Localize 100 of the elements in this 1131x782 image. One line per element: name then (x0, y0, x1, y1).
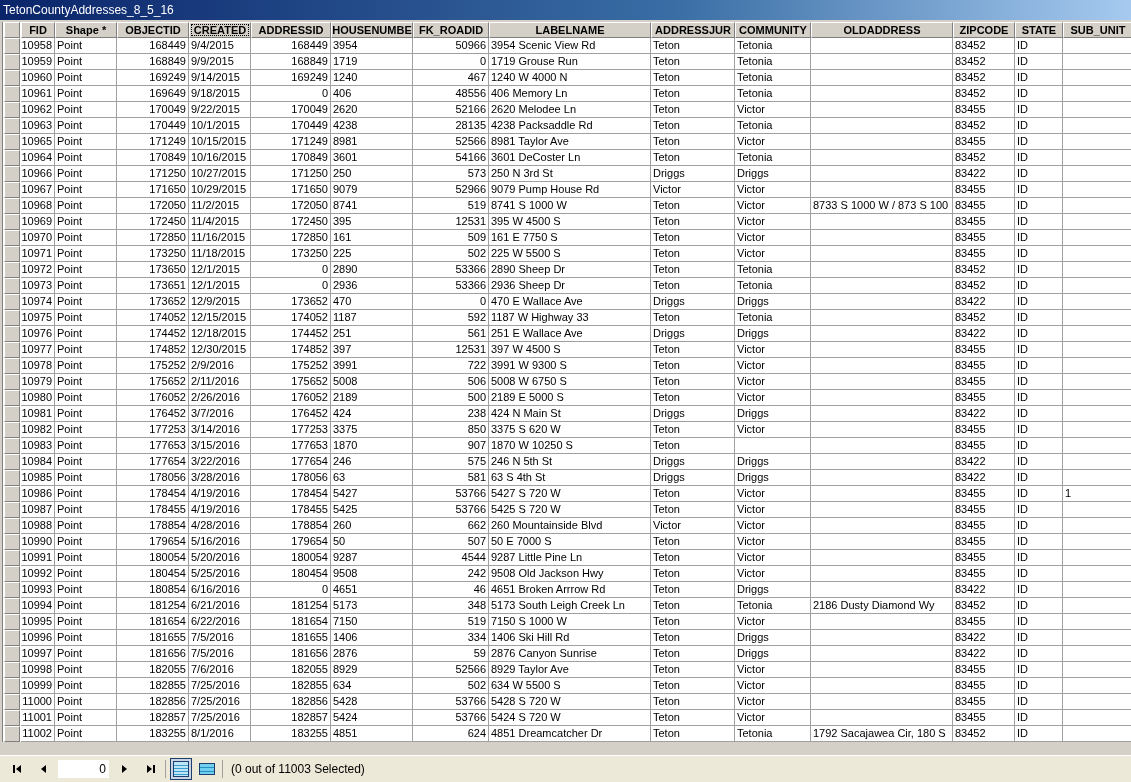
row-selector-button[interactable] (4, 358, 20, 374)
row-selector-button[interactable] (4, 278, 20, 294)
row-selector-button[interactable] (4, 678, 20, 694)
row-selector-button[interactable] (4, 566, 20, 582)
table-cell: ID (1015, 454, 1063, 470)
table-cell: 11002 (21, 726, 55, 742)
row-selector-button[interactable] (4, 614, 20, 630)
row-selector-button[interactable] (4, 294, 20, 310)
row-selector-button[interactable] (4, 246, 20, 262)
table-cell: 161 (331, 230, 413, 246)
row-selector-button[interactable] (4, 134, 20, 150)
row-selector-button[interactable] (4, 182, 20, 198)
row-selector-button[interactable] (4, 70, 20, 86)
table-cell: 171650 (251, 182, 331, 198)
row-selector-button[interactable] (4, 406, 20, 422)
row-selector-button[interactable] (4, 726, 20, 742)
column-header[interactable]: FK_ROADID (413, 22, 489, 38)
table-cell: 424 N Main St (489, 406, 651, 422)
row-selector-button[interactable] (4, 582, 20, 598)
table-cell: 2876 Canyon Sunrise (489, 646, 651, 662)
table-cell: 7/6/2016 (189, 662, 251, 678)
record-number-field[interactable]: 0 (58, 760, 109, 778)
column-header[interactable]: ADDRESSID (251, 22, 331, 38)
row-selector-button[interactable] (4, 550, 20, 566)
column-header[interactable]: FID (21, 22, 55, 38)
table-cell: ID (1015, 262, 1063, 278)
table-cell: 10968 (21, 198, 55, 214)
row-selector-button[interactable] (4, 150, 20, 166)
table-cell: 174052 (251, 310, 331, 326)
table-cell: Victor (735, 214, 811, 230)
table-cell: Driggs (651, 454, 735, 470)
column-header[interactable]: ZIPCODE (953, 22, 1015, 38)
column-header[interactable]: HOUSENUMBE (331, 22, 413, 38)
table-cell: Point (55, 422, 117, 438)
table-cell: Point (55, 550, 117, 566)
row-selector-button[interactable] (4, 310, 20, 326)
row-selector-button[interactable] (4, 598, 20, 614)
row-selector-button[interactable] (4, 230, 20, 246)
table-cell: Point (55, 182, 117, 198)
table-cell: 83422 (953, 454, 1015, 470)
row-selector-button[interactable] (4, 54, 20, 70)
table-cell: 179654 (251, 534, 331, 550)
row-selector-button[interactable] (4, 326, 20, 342)
row-selector-button[interactable] (4, 422, 20, 438)
table-cell: 242 (413, 566, 489, 582)
row-selector-button[interactable] (4, 518, 20, 534)
table-cell: ID (1015, 70, 1063, 86)
row-selector-button[interactable] (4, 502, 20, 518)
table-cell: Teton (651, 38, 735, 54)
table-cell: 470 (331, 294, 413, 310)
column-header[interactable]: COMMUNITY (735, 22, 811, 38)
column-header[interactable]: CREATED (189, 22, 251, 38)
row-selector-button[interactable] (4, 166, 20, 182)
table-cell: 53766 (413, 502, 489, 518)
row-selector-button[interactable] (4, 438, 20, 454)
table-cell: 182857 (251, 710, 331, 726)
row-selector-button[interactable] (4, 118, 20, 134)
row-selector-button[interactable] (4, 38, 20, 54)
column-header[interactable]: OLDADDRESS (811, 22, 953, 38)
row-selector-button[interactable] (4, 694, 20, 710)
table-cell: 2/11/2016 (189, 374, 251, 390)
row-selector-button[interactable] (4, 86, 20, 102)
table-cell: Tetonia (735, 726, 811, 742)
row-selector-button[interactable] (4, 374, 20, 390)
table-cell: Teton (651, 534, 735, 550)
table-cell: 1719 (331, 54, 413, 70)
table-cell: ID (1015, 614, 1063, 630)
table-cell: 722 (413, 358, 489, 374)
row-selector-button[interactable] (4, 710, 20, 726)
table-cell: 176052 (117, 390, 189, 406)
column-header[interactable]: SUB_UNIT (1063, 22, 1131, 38)
table-cell: ID (1015, 230, 1063, 246)
row-selector-button[interactable] (4, 646, 20, 662)
table-cell: Point (55, 438, 117, 454)
column-header[interactable]: ADDRESSJUR (651, 22, 735, 38)
table-cell: 3/28/2016 (189, 470, 251, 486)
row-selector-button[interactable] (4, 102, 20, 118)
table-cell: 53766 (413, 710, 489, 726)
table-cell: 83455 (953, 550, 1015, 566)
table-cell: Point (55, 118, 117, 134)
row-selector-button[interactable] (4, 214, 20, 230)
row-selector-button[interactable] (4, 470, 20, 486)
column-header[interactable]: OBJECTID (117, 22, 189, 38)
row-selector-button[interactable] (4, 486, 20, 502)
row-selector-button[interactable] (4, 198, 20, 214)
row-selector-button[interactable] (4, 454, 20, 470)
column-header[interactable]: Shape * (55, 22, 117, 38)
row-selector-button[interactable] (4, 630, 20, 646)
column-header[interactable]: STATE (1015, 22, 1063, 38)
column-header[interactable]: LABELNAME (489, 22, 651, 38)
table-cell: 10999 (21, 678, 55, 694)
row-selector-button[interactable] (4, 534, 20, 550)
row-selector-button[interactable] (4, 662, 20, 678)
table-cell: 181254 (251, 598, 331, 614)
row-selector-button[interactable] (4, 390, 20, 406)
table-cell: Teton (651, 630, 735, 646)
select-all-corner[interactable] (4, 22, 20, 38)
row-selector-button[interactable] (4, 262, 20, 278)
row-selector-button[interactable] (4, 342, 20, 358)
show-all-records-button[interactable] (170, 758, 192, 780)
